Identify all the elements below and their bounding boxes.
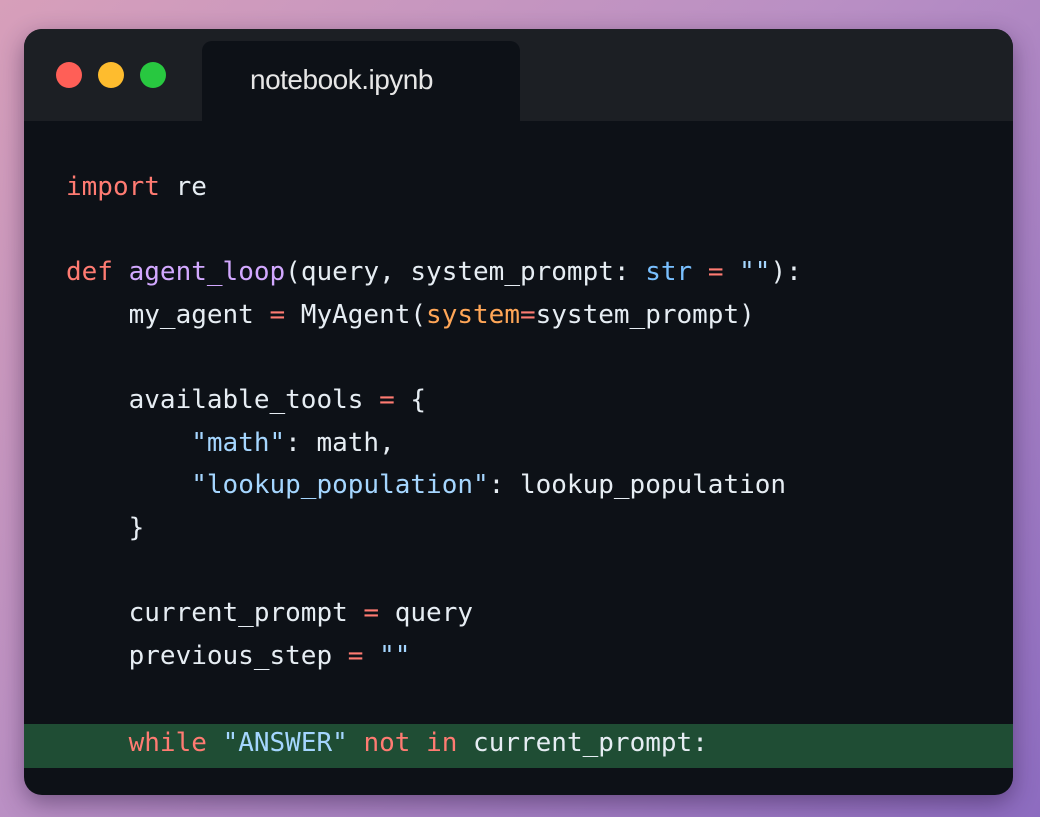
code-token: "": [379, 641, 411, 671]
code-line: def agent_loop(query, system_prompt: str…: [66, 252, 802, 292]
code-token: system_prompt): [535, 300, 755, 330]
minimize-window-button[interactable]: [98, 62, 124, 88]
code-token: : math,: [285, 428, 395, 458]
code-editor[interactable]: import re def agent_loop(query, system_pr…: [24, 121, 1013, 795]
code-line: "math": math,: [66, 423, 395, 463]
close-window-button[interactable]: [56, 62, 82, 88]
code-token: =: [379, 385, 395, 415]
code-token: query: [379, 598, 473, 628]
code-token: ):: [770, 257, 802, 287]
code-token: "": [739, 257, 771, 287]
code-line: available_tools = {: [66, 380, 426, 420]
code-line: previous_step = "": [66, 636, 411, 676]
code-token: "ANSWER": [222, 728, 348, 758]
code-token: import: [66, 172, 160, 202]
tab-notebook[interactable]: notebook.ipynb: [202, 41, 520, 121]
code-line: "lookup_population": lookup_population: [66, 465, 786, 505]
code-token: =: [269, 300, 286, 330]
tab-title: notebook.ipynb: [250, 64, 433, 95]
code-token: }: [66, 513, 145, 543]
code-token: (query, system_prompt:: [285, 257, 646, 287]
code-token: system: [426, 300, 520, 330]
notebook-window: notebook.ipynb import re def agent_loop(q…: [24, 29, 1013, 795]
code-token: current_prompt:: [457, 728, 708, 758]
maximize-window-button[interactable]: [140, 62, 166, 88]
code-token: : lookup_population: [488, 470, 787, 500]
code-token: =: [707, 257, 724, 287]
code-token: "lookup_population": [191, 470, 489, 500]
title-bar: notebook.ipynb: [24, 29, 1013, 121]
code-token: =: [347, 641, 364, 671]
code-line: current_prompt = query: [66, 593, 473, 633]
code-token: MyAgent(: [285, 300, 427, 330]
code-token: while: [128, 728, 207, 758]
code-token: my_agent: [66, 300, 270, 330]
code-line: my_agent = MyAgent(system=system_prompt): [66, 295, 755, 335]
code-token: in: [426, 728, 458, 758]
code-token: available_tools: [66, 385, 380, 415]
code-token: {: [394, 385, 427, 415]
code-token: def: [66, 257, 113, 287]
code-token: not: [363, 728, 411, 758]
code-line: while "ANSWER" not in current_prompt:: [66, 723, 708, 763]
code-line: import re: [66, 167, 207, 207]
code-token: =: [519, 300, 536, 330]
code-token: =: [363, 598, 380, 628]
code-token: current_prompt: [66, 598, 364, 628]
code-token: previous_step: [66, 641, 348, 671]
code-token: "math": [191, 428, 286, 458]
code-token: re: [159, 172, 207, 202]
code-line: }: [66, 508, 145, 548]
code-token: agent_loop: [128, 257, 286, 287]
code-token: str: [645, 257, 693, 287]
